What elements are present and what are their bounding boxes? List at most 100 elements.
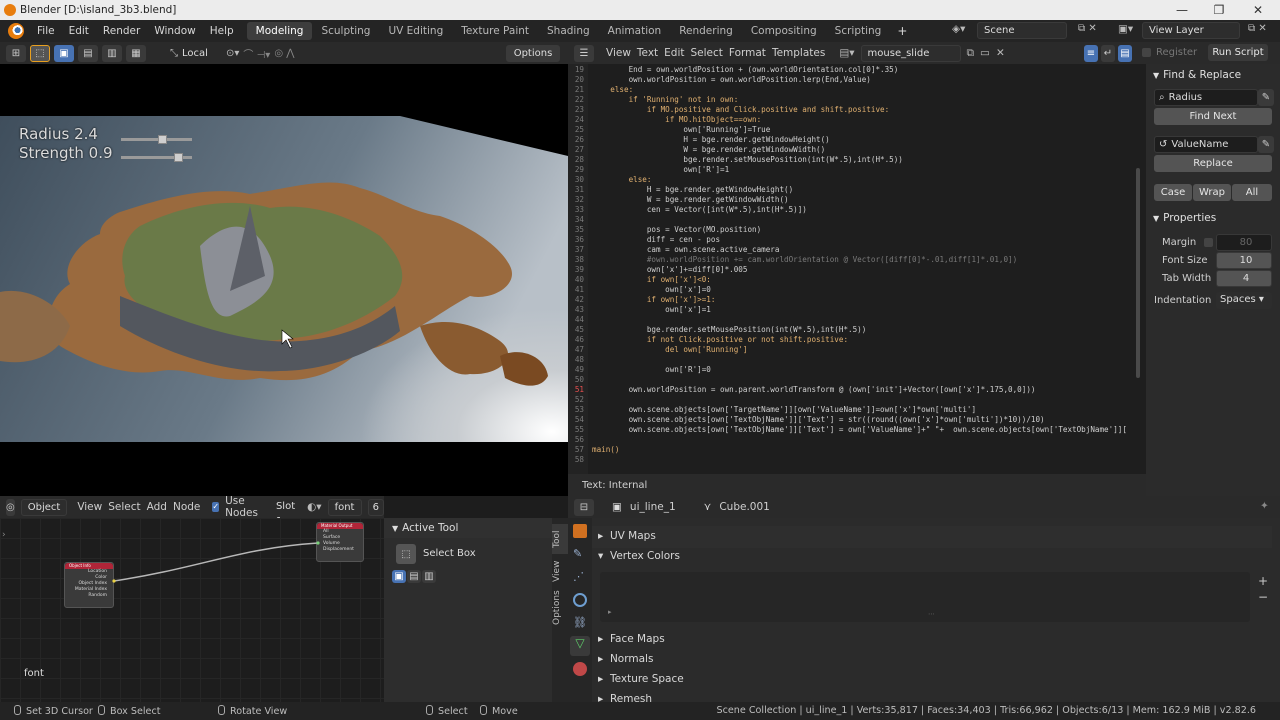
object-properties-icon[interactable]: [573, 524, 587, 538]
use-nodes-checkbox[interactable]: ✓: [212, 502, 220, 512]
menu-window[interactable]: Window: [147, 25, 202, 37]
workspace-tab-texture-paint[interactable]: Texture Paint: [452, 22, 538, 40]
mode-new-icon[interactable]: ▣: [392, 570, 406, 583]
text-unlink-icon[interactable]: ✕: [996, 47, 1005, 59]
find-next-button[interactable]: Find Next: [1154, 108, 1272, 125]
menu-node-select[interactable]: Select: [108, 501, 140, 513]
3d-viewport[interactable]: Radius 2.4 Strength 0.9: [0, 64, 568, 496]
syntax-highlight-toggle-icon[interactable]: ▤: [1118, 45, 1132, 62]
text-open-icon[interactable]: ▭: [980, 47, 990, 59]
tab-tool[interactable]: Tool: [552, 524, 568, 554]
workspace-tab-rendering[interactable]: Rendering: [670, 22, 742, 40]
maximize-button[interactable]: ❐: [1201, 0, 1237, 20]
scene-icon[interactable]: ◈▾: [952, 23, 965, 35]
remove-vertex-color-icon[interactable]: −: [1258, 590, 1268, 604]
node-editor-type-icon[interactable]: ◎: [6, 498, 15, 516]
section-normals[interactable]: ▸ Normals: [598, 653, 653, 665]
menu-text-format[interactable]: Format: [729, 47, 766, 59]
material-users-count[interactable]: 6: [367, 498, 384, 516]
menu-text-select[interactable]: Select: [691, 47, 723, 59]
match-case-toggle[interactable]: Case: [1154, 184, 1192, 201]
material-icon[interactable]: ◐▾: [307, 501, 321, 513]
node-canvas[interactable]: › Object Info Location Color Object Inde…: [0, 518, 384, 702]
section-face-maps[interactable]: ▸ Face Maps: [598, 633, 665, 645]
add-vertex-color-icon[interactable]: +: [1258, 574, 1268, 588]
run-script-button[interactable]: Run Script: [1208, 44, 1268, 61]
find-input[interactable]: ⌕ Radius: [1154, 89, 1258, 106]
pivot-point-icon[interactable]: ⊙▾: [226, 48, 239, 59]
code-area[interactable]: 19 20 21 22 23 24 25 26 27 28 29 30 31 32 33 34 35 36 37 38…: [568, 64, 1146, 474]
all-toggle[interactable]: All: [1232, 184, 1272, 201]
workspace-tab-uv-editing[interactable]: UV Editing: [379, 22, 452, 40]
menu-node-view[interactable]: View: [77, 501, 102, 513]
strength-slider-knob[interactable]: [173, 153, 183, 162]
socket-surface[interactable]: [316, 541, 320, 545]
modifier-wrench-icon[interactable]: ✎: [573, 547, 587, 561]
section-uv-maps[interactable]: ▸ UV Maps: [598, 530, 656, 542]
minimize-button[interactable]: —: [1164, 0, 1200, 20]
workspace-tab-animation[interactable]: Animation: [599, 22, 671, 40]
select-mode-extend-icon[interactable]: ▤: [78, 44, 98, 62]
code-scrollbar[interactable]: [1136, 168, 1140, 378]
select-box-tool-icon[interactable]: ⬚: [396, 544, 416, 564]
section-remesh[interactable]: ▸ Remesh: [598, 693, 652, 702]
properties-title[interactable]: ▼ Properties: [1146, 212, 1216, 224]
replace-input[interactable]: ↺ ValueName: [1154, 136, 1258, 153]
menu-node-node[interactable]: Node: [173, 501, 200, 513]
physics-icon[interactable]: [573, 593, 587, 607]
menu-text-edit[interactable]: Edit: [664, 47, 684, 59]
register-checkbox[interactable]: [1142, 48, 1151, 57]
list-resize-handle[interactable]: ⋯: [928, 610, 935, 618]
workspace-tab-scripting[interactable]: Scripting: [826, 22, 891, 40]
object-mode-dropdown[interactable]: Object ▾: [20, 498, 68, 528]
font-size-field[interactable]: 10: [1216, 252, 1272, 269]
menu-text-text[interactable]: Text: [637, 47, 658, 59]
margin-field[interactable]: 80: [1216, 234, 1272, 251]
scene-new-icon[interactable]: ⧉ ✕: [1078, 23, 1097, 34]
scene-selector[interactable]: Scene: [977, 22, 1067, 39]
snap-icon[interactable]: ⌒ ⊣▾: [243, 46, 270, 61]
mode-subtract-icon[interactable]: ▥: [422, 570, 436, 583]
transform-orientation-dropdown[interactable]: Local: [182, 48, 222, 59]
select-tool-icon[interactable]: ⬚: [30, 44, 50, 62]
view-layer-selector[interactable]: View Layer: [1142, 22, 1240, 39]
pin-icon[interactable]: ✦: [1260, 500, 1269, 512]
constraints-icon[interactable]: ⛓: [573, 616, 587, 630]
material-tab-icon[interactable]: [573, 662, 587, 676]
properties-editor-type-icon[interactable]: ⊟: [574, 498, 594, 516]
margin-checkbox[interactable]: [1204, 238, 1213, 247]
find-eyedropper-icon[interactable]: ✎: [1258, 89, 1274, 106]
view-layer-icon[interactable]: ▣▾: [1118, 23, 1133, 35]
menu-node-add[interactable]: Add: [147, 501, 167, 513]
select-mode-subtract-icon[interactable]: ▥: [102, 44, 122, 62]
menu-render[interactable]: Render: [96, 25, 147, 37]
active-tool-title[interactable]: ▼ Active Tool: [392, 522, 458, 534]
word-wrap-toggle-icon[interactable]: ↵: [1101, 45, 1115, 62]
menu-text-view[interactable]: View: [606, 47, 631, 59]
mode-extend-icon[interactable]: ▤: [407, 570, 421, 583]
tab-width-field[interactable]: 4: [1216, 270, 1272, 287]
particles-icon[interactable]: ⋰: [573, 570, 587, 584]
mesh-data-tab-icon[interactable]: ▽: [570, 636, 590, 656]
editor-type-icon[interactable]: ⊞: [6, 44, 26, 62]
menu-file[interactable]: File: [30, 25, 62, 37]
menu-edit[interactable]: Edit: [62, 25, 96, 37]
menu-text-templates[interactable]: Templates: [772, 47, 825, 59]
wrap-toggle[interactable]: Wrap: [1193, 184, 1231, 201]
tab-view[interactable]: View: [552, 556, 568, 586]
text-new-icon[interactable]: ⧉: [967, 47, 975, 60]
menu-help[interactable]: Help: [203, 25, 241, 37]
select-mode-new-icon[interactable]: ▣: [54, 44, 74, 62]
line-numbers-toggle-icon[interactable]: ≡: [1084, 45, 1098, 62]
slot-dropdown[interactable]: Slot 1 ▾: [269, 498, 302, 527]
text-datablock-icon[interactable]: ▤▾: [839, 47, 854, 59]
text-file-name[interactable]: mouse_slide: [860, 44, 961, 62]
workspace-tab-modeling[interactable]: Modeling: [246, 22, 313, 40]
indentation-dropdown[interactable]: Spaces ▾: [1216, 292, 1272, 309]
replace-eyedropper-icon[interactable]: ✎: [1258, 136, 1274, 153]
replace-button[interactable]: Replace: [1154, 155, 1272, 172]
radius-slider-knob[interactable]: [158, 135, 168, 144]
socket-color[interactable]: [112, 579, 116, 583]
workspace-tab-sculpting[interactable]: Sculpting: [312, 22, 379, 40]
list-expand-icon[interactable]: ▸: [608, 608, 612, 616]
